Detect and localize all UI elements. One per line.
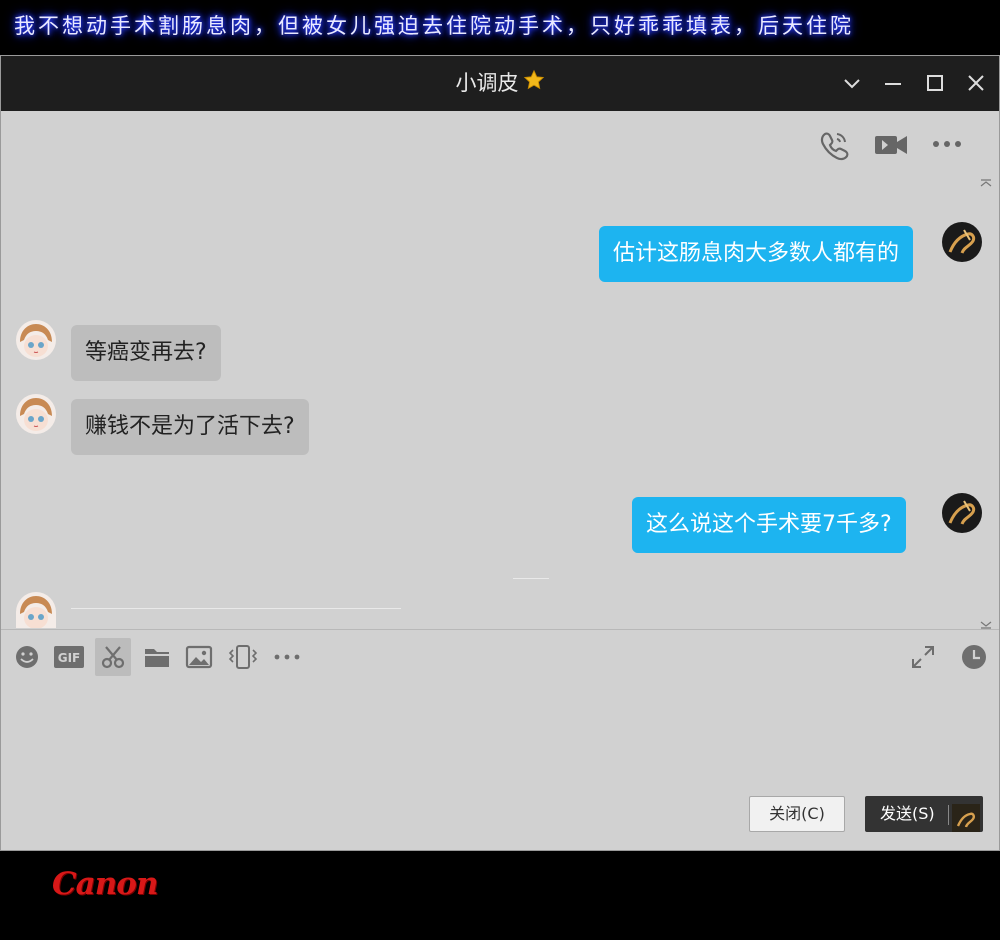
avatar (16, 394, 56, 434)
minimize-icon[interactable] (880, 70, 906, 96)
send-separator (948, 805, 949, 825)
message-bubble-incoming: 赚钱不是为了活下去? (71, 399, 309, 455)
input-toolbar: GIF (1, 638, 999, 678)
send-button-label: 发送(S) (880, 804, 935, 823)
window-title: 小调皮 (455, 71, 519, 95)
scroll-up-icon[interactable] (979, 172, 993, 187)
message-bubble-incoming: 等癌变再去? (71, 325, 221, 381)
message-bubble-outgoing: 这么说这个手术要7千多? (632, 497, 906, 553)
send-button[interactable]: 发送(S) (865, 796, 983, 832)
caption-text: 我不想动手术割肠息肉，但被女儿强迫去住院动手术，只好乖乖填表，后天住院 (0, 0, 1000, 52)
brand-watermark: Canon (52, 866, 159, 902)
image-icon[interactable] (181, 638, 217, 676)
avatar (16, 592, 56, 628)
expand-icon[interactable] (905, 638, 941, 676)
emoji-icon[interactable] (9, 638, 45, 676)
avatar (16, 320, 56, 360)
send-options-icon[interactable] (952, 804, 980, 832)
message-bubble-outgoing: 估计这肠息肉大多数人都有的 (599, 226, 914, 282)
scissors-icon[interactable] (95, 638, 131, 676)
svg-text:GIF: GIF (58, 651, 81, 665)
more-dots-icon[interactable] (269, 638, 305, 676)
close-icon[interactable] (963, 70, 989, 96)
phone-icon[interactable] (817, 128, 851, 166)
avatar (942, 493, 982, 533)
close-button[interactable]: 关闭(C) (749, 796, 845, 832)
folder-icon[interactable] (139, 638, 175, 676)
star-icon (523, 57, 545, 112)
chat-window: 小调皮 估计这肠息肉大多数人都有的 等癌变再去? 赚钱不是为了活下去? 这么说这… (0, 55, 1000, 851)
divider (1, 629, 999, 630)
scroll-down-icon[interactable] (979, 616, 993, 629)
gif-icon[interactable]: GIF (51, 638, 87, 676)
shake-icon[interactable] (225, 638, 261, 676)
more-dots-icon[interactable] (931, 134, 963, 158)
avatar (942, 222, 982, 262)
faint-artifact (71, 608, 401, 609)
chevron-down-icon[interactable] (839, 70, 865, 96)
chat-toolbar (817, 128, 977, 164)
faint-artifact (513, 578, 549, 579)
message-input[interactable] (11, 678, 989, 788)
maximize-icon[interactable] (922, 70, 948, 96)
video-camera-icon[interactable] (873, 128, 909, 166)
history-clock-icon[interactable] (956, 638, 992, 676)
title-bar: 小调皮 (1, 56, 999, 111)
